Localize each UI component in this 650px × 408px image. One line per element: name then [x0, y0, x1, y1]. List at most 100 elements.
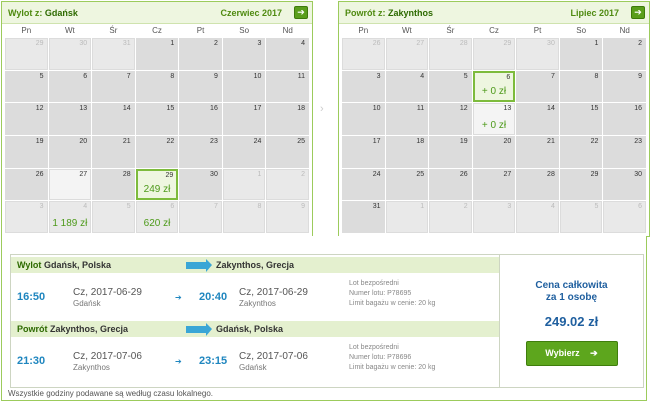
- calendar-day[interactable]: 2: [603, 38, 646, 70]
- calendar-day[interactable]: 2: [266, 168, 309, 201]
- calendar-day[interactable]: 8: [135, 70, 179, 103]
- calendar-day[interactable]: 17: [342, 135, 385, 168]
- calendar-day[interactable]: 19: [429, 135, 472, 168]
- calendar-day[interactable]: 3: [342, 70, 385, 103]
- outbound-route: Wylot z: Gdańsk: [8, 8, 220, 18]
- calendar-day[interactable]: 12: [429, 103, 472, 135]
- day-number: 27: [79, 170, 88, 178]
- calendar-day[interactable]: 30: [603, 168, 646, 201]
- calendar-day[interactable]: 1: [385, 201, 429, 233]
- calendar-day[interactable]: 23: [179, 135, 222, 168]
- calendar-day[interactable]: 9: [266, 201, 309, 233]
- calendar-day[interactable]: 26: [5, 168, 48, 201]
- calendar-day[interactable]: 10: [342, 103, 385, 135]
- calendar-day[interactable]: 9: [179, 70, 222, 103]
- calendar-day[interactable]: 22: [559, 135, 603, 168]
- calendar-day[interactable]: 3: [5, 201, 48, 233]
- calendar-day[interactable]: 26: [429, 168, 472, 201]
- day-number: 9: [213, 72, 218, 80]
- calendar-day[interactable]: 16: [603, 103, 646, 135]
- calendar-day[interactable]: 15: [559, 103, 603, 135]
- calendar-day[interactable]: 29: [5, 38, 48, 70]
- calendar-day[interactable]: 14: [516, 103, 559, 135]
- calendar-day[interactable]: 31: [92, 38, 135, 70]
- calendar-day[interactable]: 11: [266, 70, 309, 103]
- calendar-day[interactable]: 5: [559, 201, 603, 233]
- calendar-day[interactable]: 1: [222, 168, 266, 201]
- calendar-day[interactable]: 13 + 0 zł: [472, 103, 516, 135]
- day-number: 4: [420, 72, 425, 80]
- calendar-day-selected[interactable]: 6 + 0 zł: [472, 70, 516, 103]
- calendar-day[interactable]: 16: [179, 103, 222, 135]
- calendar-day[interactable]: 7: [92, 70, 135, 103]
- calendar-day[interactable]: 20: [48, 135, 92, 168]
- calendar-day[interactable]: 6 620 zł: [135, 201, 179, 233]
- calendar-day[interactable]: 25: [266, 135, 309, 168]
- calendar-day[interactable]: 18: [266, 103, 309, 135]
- calendar-day[interactable]: 28: [92, 168, 135, 201]
- day-number: 3: [507, 203, 512, 211]
- calendar-day[interactable]: 12: [5, 103, 48, 135]
- calendar-day[interactable]: 25: [385, 168, 429, 201]
- day-price: + 0 zł: [481, 119, 507, 131]
- next-month-arrow-icon[interactable]: ➔: [294, 6, 308, 19]
- calendar-day[interactable]: 5: [5, 70, 48, 103]
- calendar-day[interactable]: 28: [429, 38, 472, 70]
- calendar-day[interactable]: 23: [603, 135, 646, 168]
- calendar-day[interactable]: 14: [92, 103, 135, 135]
- calendar-day[interactable]: 24: [342, 168, 385, 201]
- calendar-day[interactable]: 3: [472, 201, 516, 233]
- calendar-day[interactable]: 9: [603, 70, 646, 103]
- calendar-day[interactable]: 7: [516, 70, 559, 103]
- calendar-day[interactable]: 7: [179, 201, 222, 233]
- calendar-day[interactable]: 28: [516, 168, 559, 201]
- calendar-day[interactable]: 18: [385, 135, 429, 168]
- calendar-day[interactable]: 6: [603, 201, 646, 233]
- calendar-day[interactable]: 11: [385, 103, 429, 135]
- calendar-day[interactable]: 20: [472, 135, 516, 168]
- calendar-day[interactable]: 27: [48, 168, 92, 201]
- calendar-day[interactable]: 27: [472, 168, 516, 201]
- calendar-day[interactable]: 22: [135, 135, 179, 168]
- calendar-day[interactable]: 29: [472, 38, 516, 70]
- calendar-day[interactable]: 4: [385, 70, 429, 103]
- calendar-day[interactable]: 29: [559, 168, 603, 201]
- calendar-day[interactable]: 27: [385, 38, 429, 70]
- day-number: 24: [253, 137, 262, 145]
- calendar-day[interactable]: 30: [48, 38, 92, 70]
- calendar-day[interactable]: 6: [48, 70, 92, 103]
- calendar-day[interactable]: 31: [342, 201, 385, 233]
- weekday-header: Nd: [619, 26, 630, 35]
- calendar-day[interactable]: 24: [222, 135, 266, 168]
- calendar-day[interactable]: 21: [92, 135, 135, 168]
- calendar-day[interactable]: 4: [516, 201, 559, 233]
- outbound-bar: Wylot Gdańsk, Polska Zakynthos, Grecja: [11, 257, 499, 273]
- select-button[interactable]: Wybierz ➔: [525, 341, 618, 366]
- calendar-day[interactable]: 30: [179, 168, 222, 201]
- calendar-day[interactable]: 26: [342, 38, 385, 70]
- calendar-day[interactable]: 13: [48, 103, 92, 135]
- calendar-day-selected[interactable]: 29 249 zł: [135, 168, 179, 201]
- day-number: 9: [638, 72, 642, 80]
- calendar-day[interactable]: 10: [222, 70, 266, 103]
- calendar-day[interactable]: 5: [429, 70, 472, 103]
- calendar-day[interactable]: 21: [516, 135, 559, 168]
- next-month-arrow-icon[interactable]: ➔: [631, 6, 645, 19]
- calendar-day[interactable]: 1: [135, 38, 179, 70]
- calendar-day[interactable]: 5: [92, 201, 135, 233]
- calendar-day[interactable]: 30: [516, 38, 559, 70]
- calendar-day[interactable]: 1: [559, 38, 603, 70]
- calendar-day[interactable]: 8: [559, 70, 603, 103]
- calendar-day[interactable]: 2: [429, 201, 472, 233]
- calendar-day[interactable]: 2: [179, 38, 222, 70]
- calendar-day[interactable]: 4 1 189 zł: [48, 201, 92, 233]
- day-number: 24: [372, 170, 381, 178]
- calendar-day[interactable]: 17: [222, 103, 266, 135]
- calendar-day[interactable]: 8: [222, 201, 266, 233]
- calendar-day[interactable]: 15: [135, 103, 179, 135]
- outbound-departure-date: Cz, 2017-06-29: [73, 287, 142, 298]
- calendar-day[interactable]: 4: [266, 38, 309, 70]
- calendar-day[interactable]: 3: [222, 38, 266, 70]
- baggage-limit: Limit bagażu w cenie: 20 kg: [349, 364, 436, 371]
- calendar-day[interactable]: 19: [5, 135, 48, 168]
